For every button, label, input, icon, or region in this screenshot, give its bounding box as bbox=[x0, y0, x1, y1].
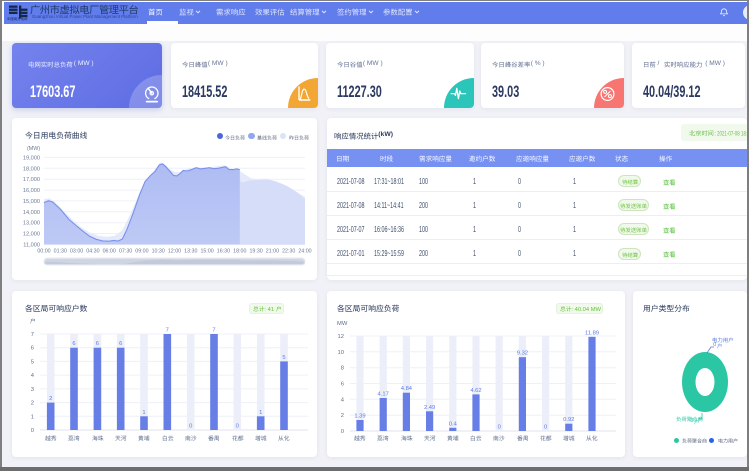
svg-text:0: 0 bbox=[544, 425, 547, 431]
svg-text:0: 0 bbox=[498, 425, 501, 431]
svg-text:2.49: 2.49 bbox=[424, 405, 435, 411]
svg-text:0.4: 0.4 bbox=[449, 421, 458, 427]
svg-text:9.32: 9.32 bbox=[517, 351, 528, 357]
svg-text:11.89: 11.89 bbox=[585, 330, 599, 336]
svg-text:0.92: 0.92 bbox=[563, 417, 574, 423]
svg-text:6: 6 bbox=[341, 382, 344, 388]
svg-text:2: 2 bbox=[341, 413, 344, 419]
svg-text:1.39: 1.39 bbox=[354, 414, 365, 420]
svg-text:0: 0 bbox=[341, 429, 344, 435]
svg-text:8: 8 bbox=[341, 366, 344, 372]
svg-text:12: 12 bbox=[338, 334, 344, 340]
svg-text:4: 4 bbox=[341, 397, 345, 403]
svg-text:4.17: 4.17 bbox=[378, 392, 389, 398]
svg-text:10: 10 bbox=[338, 350, 344, 356]
svg-text:4.62: 4.62 bbox=[470, 388, 481, 394]
svg-text:4.84: 4.84 bbox=[401, 386, 413, 392]
svg-text:: 2021-07-08 18:05:32: : 2021-07-08 18:05:32 bbox=[715, 131, 748, 138]
svg-text:MW: MW bbox=[337, 321, 348, 327]
